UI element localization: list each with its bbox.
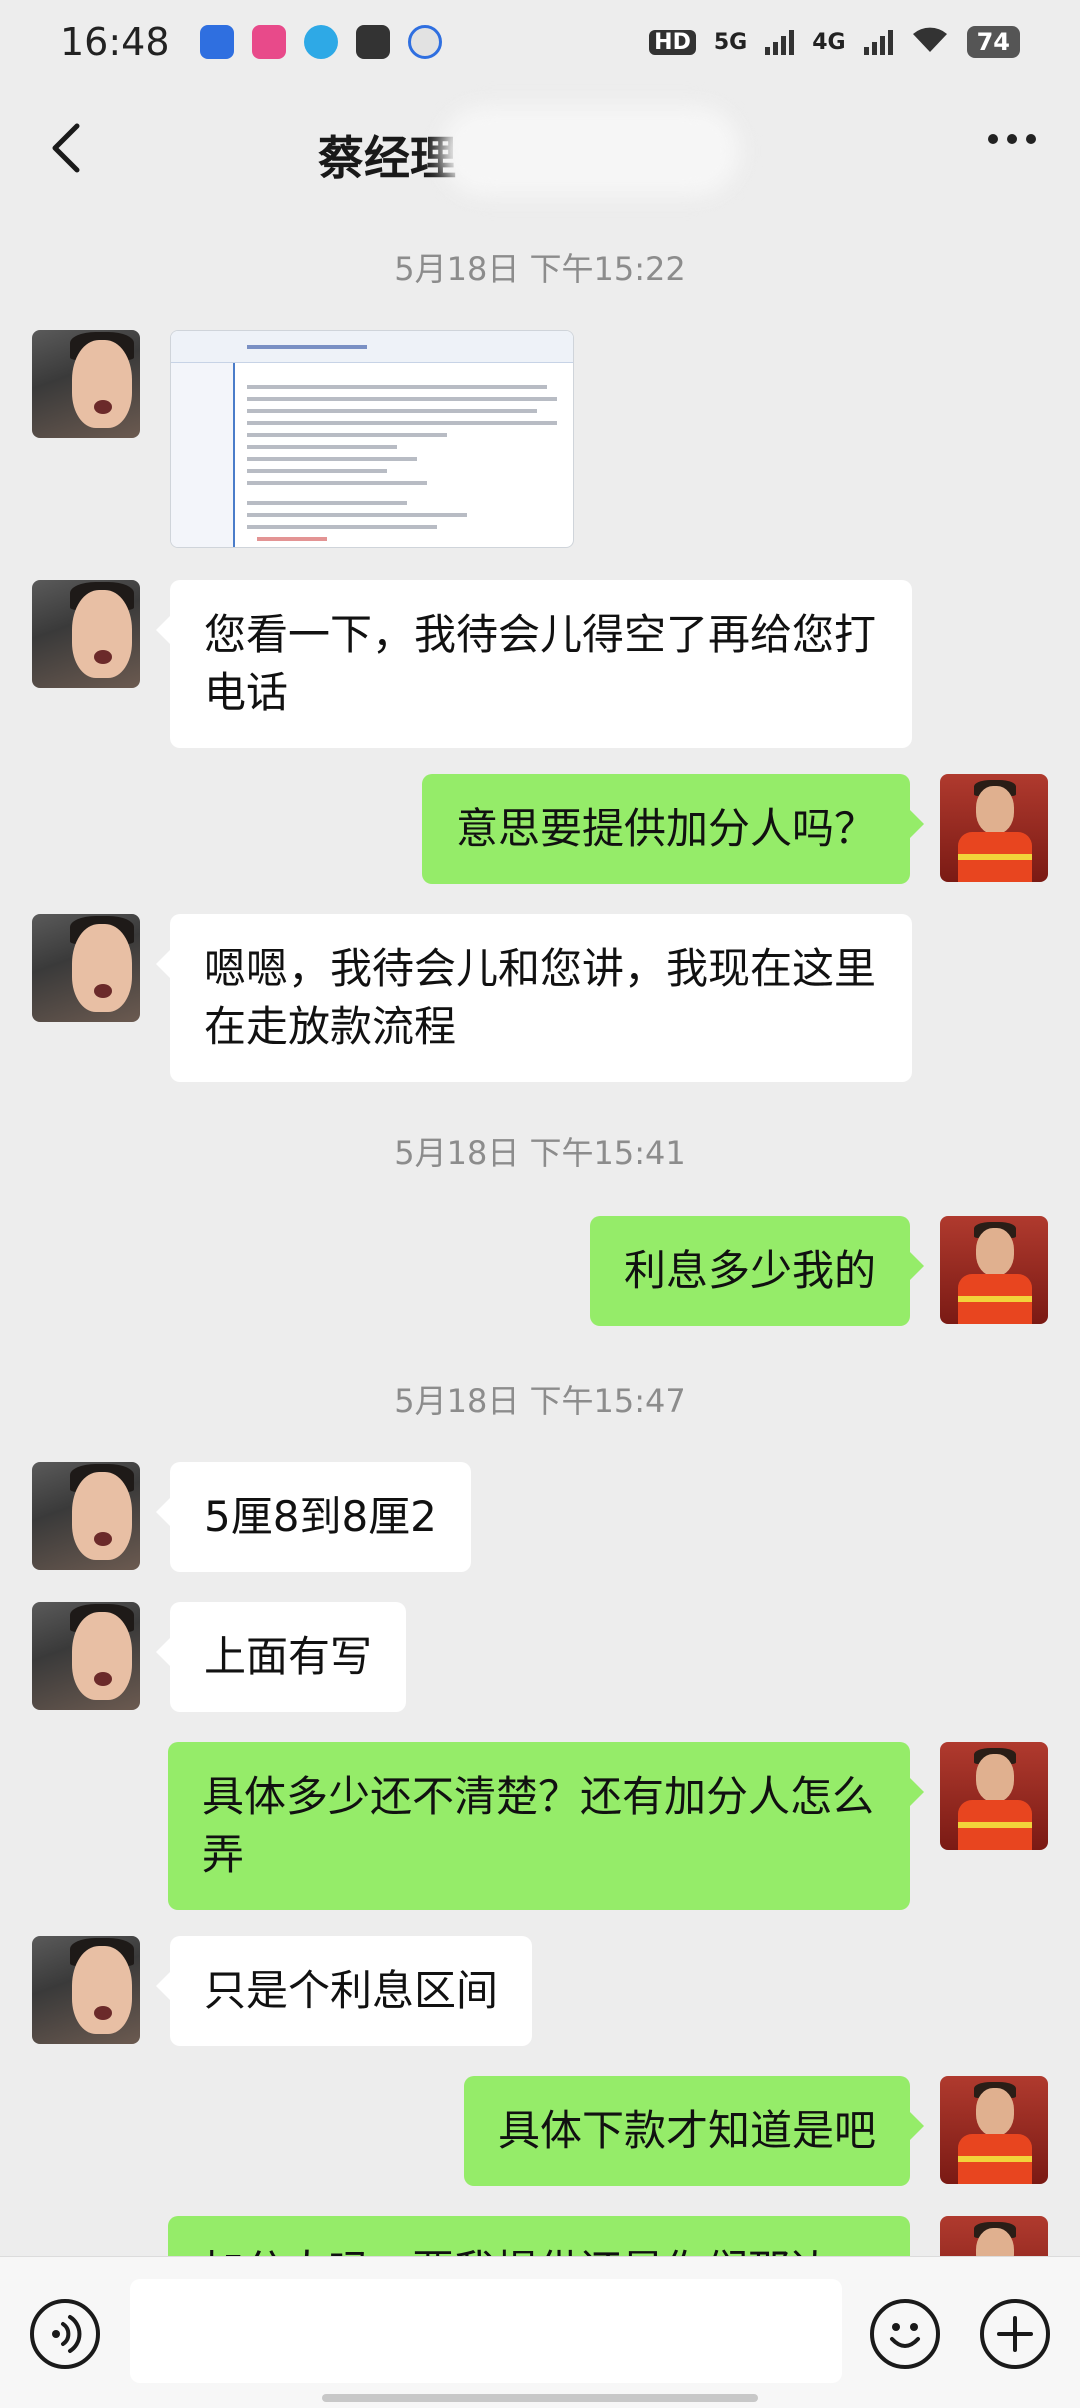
image-line	[247, 385, 547, 389]
avatar-mouth	[94, 400, 112, 414]
network-5g-label: 5G	[713, 29, 748, 55]
message-bubble-incoming[interactable]: 上面有写	[155, 1602, 407, 1712]
avatar-self[interactable]	[940, 1742, 1048, 1850]
avatar-self[interactable]	[940, 1216, 1048, 1324]
avatar-face	[72, 924, 132, 1012]
avatar-mouth	[94, 984, 112, 998]
input-bar	[0, 2256, 1080, 2408]
avatar-face	[976, 786, 1014, 834]
message-bubble-outgoing[interactable]: 具体多少还不清楚？还有加分人怎么弄	[168, 1742, 924, 1910]
signal-icon-2	[863, 29, 893, 55]
avatar-face	[72, 1472, 132, 1560]
image-line	[247, 421, 557, 425]
image-line	[247, 433, 447, 437]
avatar-self[interactable]	[940, 774, 1048, 882]
voice-button[interactable]	[30, 2299, 100, 2369]
avatar-contact[interactable]	[32, 1936, 140, 2044]
avatar-contact[interactable]	[32, 914, 140, 1022]
timestamp: 5月18日 下午15:22	[394, 250, 686, 288]
timestamp: 5月18日 下午15:41	[394, 1134, 686, 1172]
avatar-contact[interactable]	[32, 1462, 140, 1570]
avatar-mouth	[94, 2006, 112, 2020]
status-app-icons	[199, 25, 442, 59]
avatar-mouth	[94, 650, 112, 664]
avatar-mouth	[94, 1672, 112, 1686]
avatar-stripe	[958, 1296, 1032, 1302]
more-dots-icon	[988, 134, 998, 144]
status-time: 16:48	[60, 20, 170, 64]
chat-title: 蔡经理	[318, 131, 456, 185]
music-app-icon	[251, 25, 286, 59]
news-app-icon	[407, 25, 442, 59]
avatar-face	[72, 590, 132, 678]
battery-icon: 74	[966, 26, 1020, 58]
emoji-icon	[890, 2323, 920, 2348]
back-button[interactable]	[38, 120, 94, 176]
avatar-face	[976, 1228, 1014, 1276]
image-line	[247, 397, 557, 401]
more-options-button[interactable]	[988, 134, 1036, 144]
emoji-button[interactable]	[870, 2299, 940, 2369]
avatar-contact[interactable]	[32, 330, 140, 438]
avatar-face	[976, 1754, 1014, 1802]
image-line	[247, 501, 407, 505]
avatar-mouth	[94, 1532, 112, 1546]
image-sidebar	[171, 363, 235, 547]
image-line	[247, 513, 467, 517]
avatar-contact[interactable]	[32, 580, 140, 688]
image-line	[247, 409, 537, 413]
avatar-stripe	[958, 854, 1032, 860]
chat-header: 蔡经理	[0, 84, 1080, 212]
avatar-face	[72, 1612, 132, 1700]
hd-badge: HD	[649, 29, 696, 55]
image-line	[247, 457, 417, 461]
avatar-face	[72, 340, 132, 428]
image-topbar	[171, 331, 573, 363]
message-bubble-incoming[interactable]: 只是个利息区间	[155, 1936, 533, 2046]
message-bubble-incoming[interactable]: 您看一下，我待会儿得空了再给您打电话	[156, 580, 912, 748]
more-functions-button[interactable]	[980, 2299, 1050, 2369]
message-bubble-outgoing[interactable]: 意思要提供加分人吗？	[421, 774, 925, 884]
image-line	[247, 481, 427, 485]
avatar-stripe	[958, 1822, 1032, 1828]
chevron-left-icon	[52, 123, 80, 173]
home-indicator[interactable]	[322, 2394, 758, 2402]
image-message[interactable]	[170, 330, 574, 548]
timestamp: 5月18日 下午15:47	[394, 1382, 686, 1420]
blurred-title-region	[440, 106, 740, 196]
image-line	[247, 525, 437, 529]
shield-app-icon	[199, 25, 234, 59]
image-line	[247, 445, 397, 449]
more-dots-icon	[1007, 134, 1017, 144]
avatar-self[interactable]	[940, 2076, 1048, 2184]
avatar-face	[976, 2088, 1014, 2136]
image-line	[247, 345, 367, 349]
plus-icon	[997, 2316, 1033, 2352]
status-bar: 16:48 HD 5G 4G 74	[0, 0, 1080, 84]
avatar-contact[interactable]	[32, 1602, 140, 1710]
more-dots-icon	[1026, 134, 1036, 144]
message-bubble-incoming[interactable]: 嗯嗯，我待会儿和您讲，我现在这里在走放款流程	[156, 914, 912, 1082]
status-indicators: HD 5G 4G 74	[649, 24, 1020, 60]
photo-app-icon	[355, 25, 390, 59]
image-line	[247, 469, 387, 473]
message-bubble-outgoing[interactable]: 具体下款才知道是吧	[463, 2076, 925, 2186]
voice-icon	[52, 2315, 82, 2353]
avatar-stripe	[958, 2156, 1032, 2162]
image-line	[257, 537, 327, 541]
signal-icon	[765, 29, 795, 55]
avatar-face	[72, 1946, 132, 2034]
message-bubble-outgoing[interactable]: 利息多少我的	[589, 1216, 925, 1326]
browser-app-icon	[303, 25, 338, 59]
network-4g-label: 4G	[812, 29, 846, 55]
message-bubble-incoming[interactable]: 5厘8到8厘2	[156, 1462, 471, 1572]
wifi-icon	[911, 24, 949, 60]
message-input[interactable]	[130, 2279, 842, 2383]
